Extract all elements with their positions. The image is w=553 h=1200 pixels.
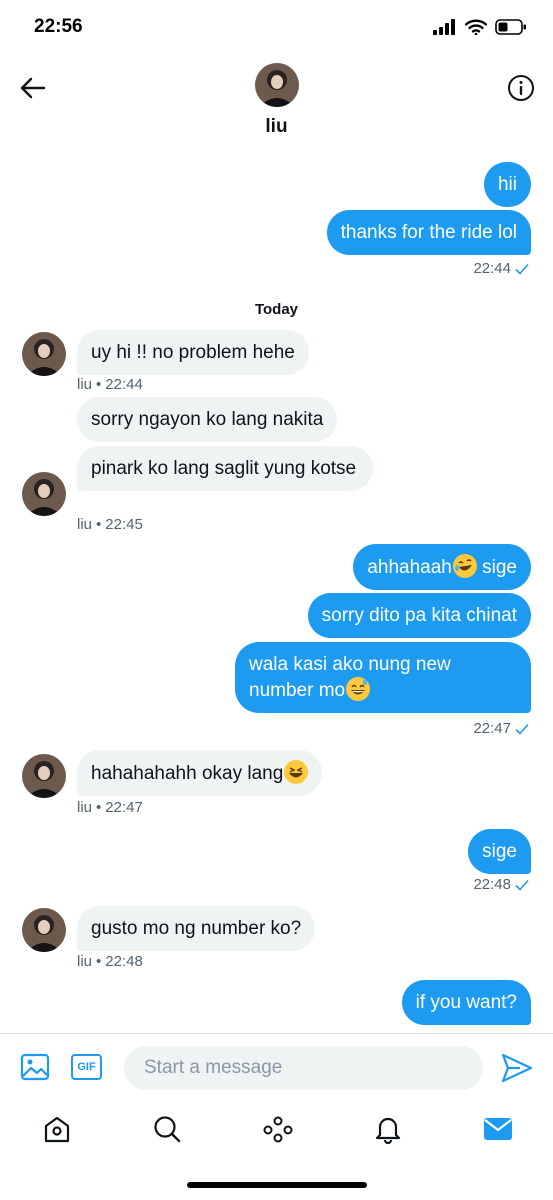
search-icon [154, 1116, 181, 1143]
message-meta: 22:47 [473, 720, 529, 737]
day-separator: Today [254, 301, 299, 318]
spaces-icon [263, 1116, 293, 1143]
message-text: uy hi !! no problem hehe [91, 342, 295, 363]
message-meta: 22:48 [473, 876, 529, 893]
sender-name: liu [77, 799, 93, 816]
meta-separator: • [96, 953, 102, 970]
signal-icon [433, 19, 455, 35]
grinning-sweat-emoji-icon [346, 677, 371, 701]
rofl-emoji-icon [452, 554, 477, 578]
message-text: hahahahahh okay lang [91, 763, 284, 784]
message-text: thanks for the ride lol [340, 222, 517, 243]
avatar[interactable] [22, 908, 66, 952]
message-text: pinark ko lang saglit yung kotse [91, 458, 357, 479]
tab-home[interactable] [37, 1109, 77, 1149]
info-button[interactable] [505, 72, 537, 104]
laughing-emoji-icon [284, 760, 309, 784]
avatar[interactable] [22, 472, 66, 516]
message-time: 22:48 [473, 876, 511, 893]
checkmark-icon [515, 263, 529, 275]
status-bar: 22:56 [0, 0, 553, 56]
bell-icon [375, 1117, 401, 1144]
status-icons [433, 19, 527, 35]
message-text: sige [482, 841, 517, 862]
checkmark-icon [515, 723, 529, 735]
header-avatar[interactable] [255, 63, 299, 107]
outgoing-message[interactable]: if you want? [401, 980, 531, 1025]
message-list[interactable]: hii thanks for the ride lol 22:44 Today … [0, 146, 553, 1033]
message-meta: liu • 22:48 [77, 953, 143, 970]
gif-button[interactable]: GIF [71, 1054, 102, 1080]
outgoing-message[interactable]: wala kasi ako nung new number mo [235, 642, 531, 713]
wifi-icon [465, 19, 487, 35]
message-text: sorry ngayon ko lang nakita [91, 409, 324, 430]
message-text: hii [497, 174, 517, 195]
meta-separator: • [96, 376, 102, 393]
send-icon [501, 1053, 533, 1083]
add-media-button[interactable] [20, 1052, 50, 1082]
home-indicator [187, 1182, 367, 1188]
avatar[interactable] [22, 754, 66, 798]
battery-icon [495, 19, 526, 35]
outgoing-message[interactable]: ahhahaah sige [353, 544, 531, 590]
message-text: if you want? [415, 992, 517, 1013]
sender-name: liu [77, 953, 93, 970]
checkmark-icon [515, 879, 529, 891]
incoming-message[interactable]: uy hi !! no problem hehe [77, 330, 309, 375]
back-button[interactable] [16, 72, 48, 104]
conversation-header: liu [0, 56, 553, 146]
tab-notifications[interactable] [368, 1109, 408, 1149]
bottom-tab-bar [0, 1101, 553, 1165]
send-button[interactable] [500, 1052, 534, 1084]
message-input[interactable] [124, 1046, 483, 1090]
avatar[interactable] [22, 332, 66, 376]
incoming-message[interactable]: pinark ko lang saglit yung kotse [77, 446, 373, 491]
message-time: 22:47 [105, 799, 143, 816]
mail-icon [484, 1118, 512, 1140]
message-text: sorry dito pa kita chinat [321, 605, 517, 626]
avatar [255, 63, 299, 107]
sender-name: liu [77, 516, 93, 533]
contact-name[interactable]: liu [0, 116, 553, 138]
message-text: gusto mo ng number ko? [91, 918, 302, 939]
meta-separator: • [96, 516, 102, 533]
message-meta: liu • 22:45 [77, 516, 143, 533]
tab-search[interactable] [147, 1109, 187, 1149]
message-time: 22:44 [105, 376, 143, 393]
message-text: ahhahaah [367, 557, 452, 578]
home-icon [44, 1116, 70, 1143]
message-time: 22:44 [473, 260, 511, 277]
tab-spaces[interactable] [258, 1109, 298, 1149]
message-time: 22:45 [105, 516, 143, 533]
meta-separator: • [96, 799, 102, 816]
info-icon [508, 75, 534, 101]
status-time: 22:56 [34, 16, 83, 37]
message-composer: GIF [0, 1033, 553, 1101]
message-meta: liu • 22:47 [77, 799, 143, 816]
sender-name: liu [77, 376, 93, 393]
outgoing-message[interactable]: thanks for the ride lol [326, 210, 531, 255]
message-meta: 22:44 [473, 260, 529, 277]
outgoing-message[interactable]: sige [468, 829, 531, 874]
outgoing-message[interactable]: hii [483, 162, 531, 207]
incoming-message[interactable]: hahahahahh okay lang [77, 750, 323, 796]
message-meta: liu • 22:44 [77, 376, 143, 393]
message-text: sige [482, 557, 517, 578]
tab-messages[interactable] [478, 1109, 518, 1149]
incoming-message[interactable]: gusto mo ng number ko? [77, 906, 316, 951]
outgoing-message[interactable]: sorry dito pa kita chinat [307, 593, 531, 638]
incoming-message[interactable]: sorry ngayon ko lang nakita [77, 397, 338, 442]
image-icon [20, 1053, 50, 1081]
message-time: 22:48 [105, 953, 143, 970]
arrow-left-icon [20, 77, 46, 99]
message-time: 22:47 [473, 720, 511, 737]
